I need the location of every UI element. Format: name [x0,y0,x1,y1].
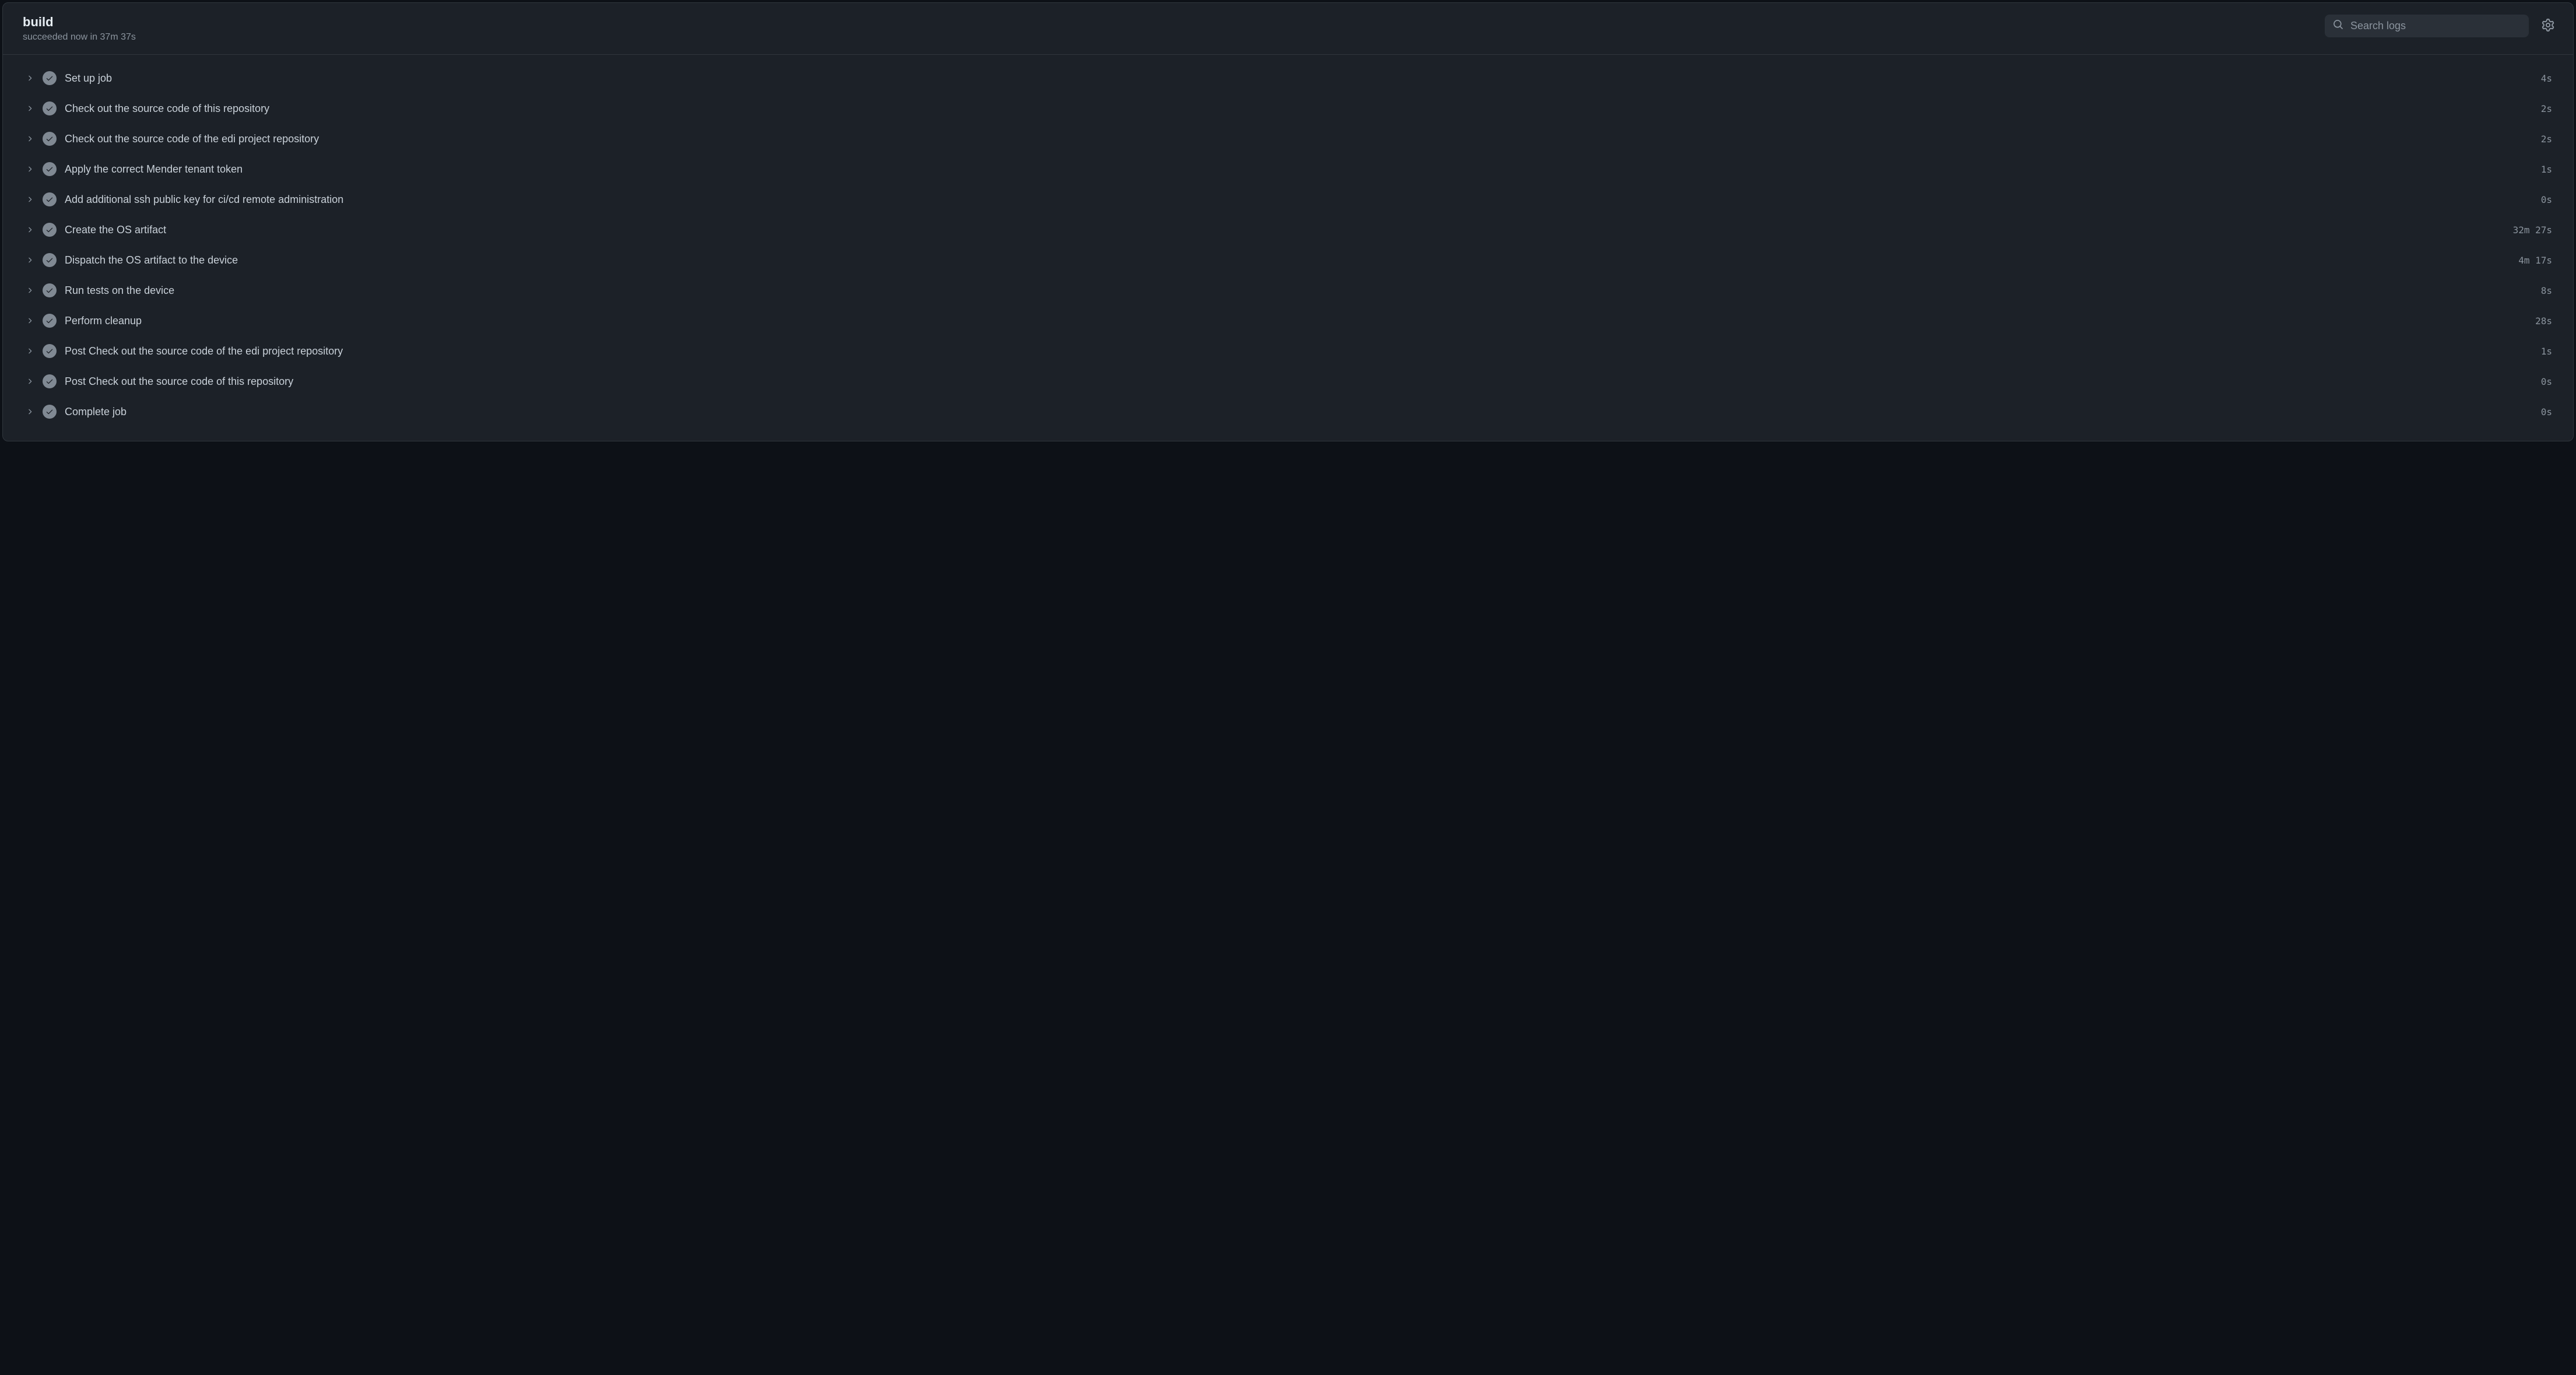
chevron-right-icon [24,286,36,294]
step-duration: 0s [2541,406,2552,418]
step-name: Post Check out the source code of the ed… [65,345,2541,357]
chevron-right-icon [24,226,36,234]
chevron-right-icon [24,165,36,173]
gear-icon [2542,19,2554,33]
chevron-right-icon [24,256,36,264]
header-right [2325,15,2557,37]
step-row[interactable]: Complete job0s [19,397,2557,427]
step-row[interactable]: Post Check out the source code of the ed… [19,336,2557,366]
job-status-subtitle: succeeded now in 37m 37s [23,32,136,43]
step-row[interactable]: Set up job4s [19,63,2557,93]
check-circle-icon [43,314,57,328]
chevron-right-icon [24,195,36,204]
search-logs-field[interactable] [2325,15,2529,37]
step-row[interactable]: Run tests on the device8s [19,275,2557,306]
step-name: Complete job [65,406,2541,418]
step-duration: 4m 17s [2518,255,2552,266]
step-row[interactable]: Add additional ssh public key for ci/cd … [19,184,2557,215]
step-name: Check out the source code of the edi pro… [65,133,2541,145]
step-duration: 28s [2535,315,2552,327]
step-duration: 1s [2541,346,2552,357]
step-duration: 0s [2541,376,2552,387]
header-left: build succeeded now in 37m 37s [23,15,136,43]
check-circle-icon [43,344,57,358]
step-row[interactable]: Post Check out the source code of this r… [19,366,2557,397]
check-circle-icon [43,253,57,267]
step-duration: 2s [2541,103,2552,114]
job-header: build succeeded now in 37m 37s [3,3,2573,55]
step-duration: 1s [2541,164,2552,175]
check-circle-icon [43,71,57,85]
check-circle-icon [43,405,57,419]
check-circle-icon [43,374,57,388]
settings-button[interactable] [2539,16,2557,36]
step-name: Run tests on the device [65,285,2541,297]
step-name: Check out the source code of this reposi… [65,103,2541,115]
step-name: Add additional ssh public key for ci/cd … [65,194,2541,206]
steps-list: Set up job4s Check out the source code of… [3,55,2573,441]
chevron-right-icon [24,135,36,143]
chevron-right-icon [24,104,36,113]
step-row[interactable]: Check out the source code of the edi pro… [19,124,2557,154]
check-circle-icon [43,192,57,206]
chevron-right-icon [24,408,36,416]
search-icon [2333,19,2343,33]
chevron-right-icon [24,377,36,385]
step-row[interactable]: Dispatch the OS artifact to the device4m… [19,245,2557,275]
check-circle-icon [43,162,57,176]
step-duration: 8s [2541,285,2552,296]
step-row[interactable]: Create the OS artifact32m 27s [19,215,2557,245]
check-circle-icon [43,283,57,297]
step-duration: 2s [2541,134,2552,145]
search-logs-input[interactable] [2350,20,2521,32]
step-name: Create the OS artifact [65,224,2513,236]
check-circle-icon [43,223,57,237]
step-row[interactable]: Perform cleanup28s [19,306,2557,336]
chevron-right-icon [24,317,36,325]
step-name: Post Check out the source code of this r… [65,376,2541,388]
check-circle-icon [43,101,57,115]
job-title: build [23,15,136,30]
chevron-right-icon [24,347,36,355]
step-name: Dispatch the OS artifact to the device [65,254,2518,266]
step-row[interactable]: Check out the source code of this reposi… [19,93,2557,124]
job-panel: build succeeded now in 37m 37s [2,2,2574,441]
chevron-right-icon [24,74,36,82]
step-duration: 32m 27s [2513,225,2552,236]
step-duration: 4s [2541,73,2552,84]
check-circle-icon [43,132,57,146]
step-name: Apply the correct Mender tenant token [65,163,2541,176]
step-name: Set up job [65,72,2541,85]
step-row[interactable]: Apply the correct Mender tenant token1s [19,154,2557,184]
step-name: Perform cleanup [65,315,2535,327]
step-duration: 0s [2541,194,2552,205]
